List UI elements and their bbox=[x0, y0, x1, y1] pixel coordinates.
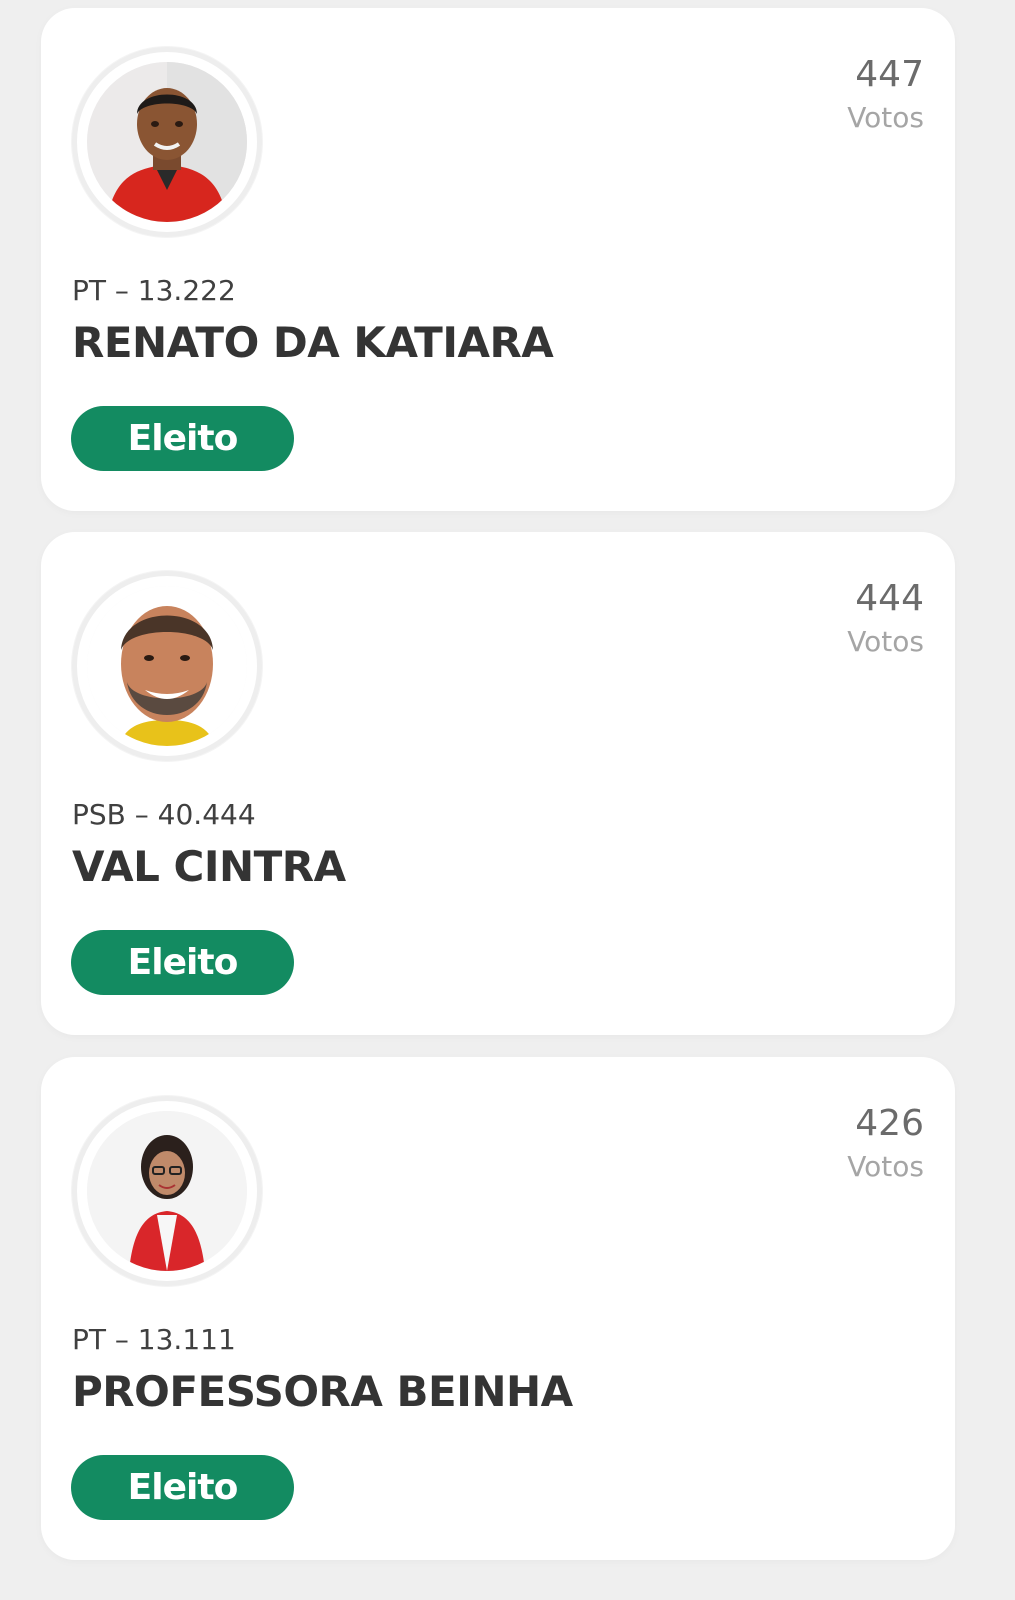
vote-count: 426 Votos bbox=[847, 1104, 924, 1184]
candidate-name: PROFESSORA BEINHA bbox=[72, 1367, 573, 1416]
vote-count: 447 Votos bbox=[847, 55, 924, 135]
status-badge: Eleito bbox=[71, 406, 294, 471]
candidate-photo bbox=[87, 586, 247, 746]
candidate-name: RENATO DA KATIARA bbox=[72, 318, 554, 367]
candidate-photo bbox=[87, 62, 247, 222]
avatar bbox=[72, 47, 262, 237]
status-badge: Eleito bbox=[71, 1455, 294, 1520]
candidate-photo bbox=[87, 1111, 247, 1271]
votes-number: 447 bbox=[855, 54, 924, 95]
status-badge: Eleito bbox=[71, 930, 294, 995]
votes-label: Votos bbox=[847, 1150, 924, 1183]
party-number: PSB – 40.444 bbox=[72, 798, 256, 831]
vote-count: 444 Votos bbox=[847, 579, 924, 659]
candidate-card[interactable]: 447 Votos PT – 13.222 RENATO DA KATIARA … bbox=[41, 8, 955, 511]
candidate-name: VAL CINTRA bbox=[72, 842, 346, 891]
avatar bbox=[72, 1096, 262, 1286]
votes-label: Votos bbox=[847, 101, 924, 134]
avatar bbox=[72, 571, 262, 761]
votes-label: Votos bbox=[847, 625, 924, 658]
candidate-card[interactable]: 444 Votos PSB – 40.444 VAL CINTRA Eleito bbox=[41, 532, 955, 1035]
party-number: PT – 13.111 bbox=[72, 1323, 236, 1356]
party-number: PT – 13.222 bbox=[72, 274, 236, 307]
votes-number: 444 bbox=[855, 578, 924, 619]
votes-number: 426 bbox=[855, 1103, 924, 1144]
candidate-card[interactable]: 426 Votos PT – 13.111 PROFESSORA BEINHA … bbox=[41, 1057, 955, 1560]
